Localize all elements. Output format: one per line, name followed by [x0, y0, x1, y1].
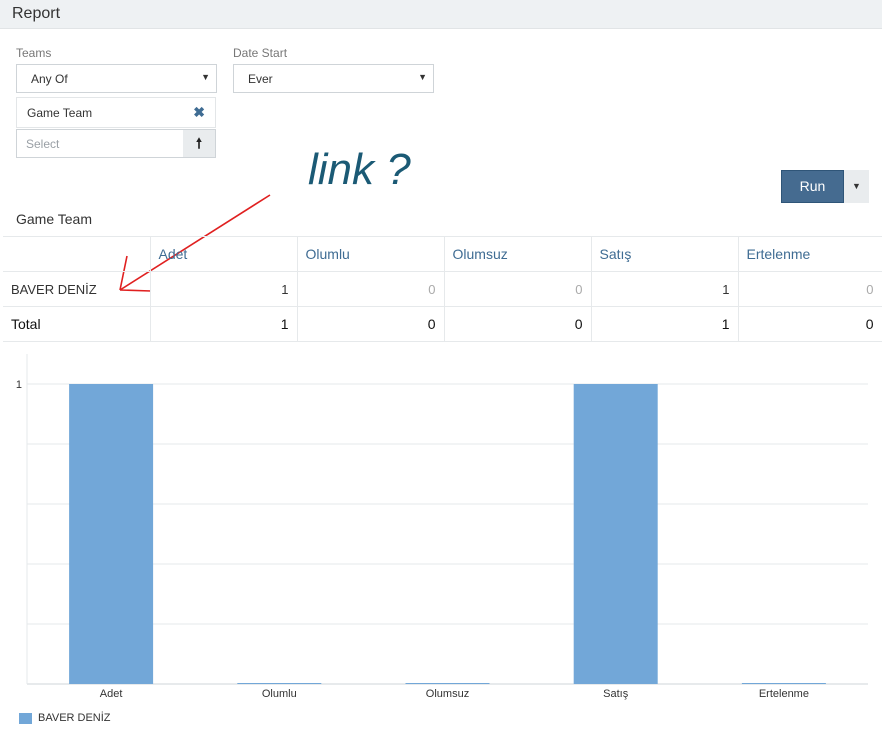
column-header-olumlu[interactable]: Olumlu: [297, 236, 445, 272]
table-total-row: Total 1 0 0 1 0: [3, 306, 882, 342]
bar: [237, 683, 322, 684]
bar: [741, 683, 826, 684]
x-tick-label: Olumlu: [262, 688, 297, 700]
table-header-row: Adet Olumlu Olumsuz Satış Ertelenme: [3, 236, 882, 272]
bar: [573, 384, 658, 684]
section-title: Game Team: [16, 211, 92, 227]
column-header-olumsuz[interactable]: Olumsuz: [444, 236, 592, 272]
run-button-group: Run ▼: [781, 170, 869, 203]
x-tick-label: Satış: [603, 688, 629, 700]
bar-chart: 1 Adet Olumlu Olumsuz Satış Ertelenme: [16, 354, 868, 700]
bar: [405, 683, 490, 684]
y-tick-label: 1: [16, 379, 22, 391]
total-cell: 1: [150, 306, 298, 342]
column-header-ertelenme[interactable]: Ertelenme: [738, 236, 882, 272]
x-tick-label: Olumsuz: [426, 688, 469, 700]
total-cell: 0: [297, 306, 445, 342]
row-name: BAVER DENİZ: [3, 271, 151, 307]
bar: [69, 384, 154, 684]
total-cell: 1: [591, 306, 739, 342]
column-header-name: [3, 236, 151, 272]
legend-swatch: [19, 713, 32, 724]
table-cell: 0: [297, 271, 445, 307]
table-cell: 1: [591, 271, 739, 307]
x-tick-label: Adet: [100, 688, 123, 700]
total-cell: 0: [444, 306, 592, 342]
run-options-chevron-down-icon[interactable]: ▼: [844, 170, 869, 203]
total-label: Total: [3, 306, 151, 342]
table-cell: 0: [444, 271, 592, 307]
table-cell: 0: [738, 271, 882, 307]
column-header-adet[interactable]: Adet: [150, 236, 298, 272]
report-table: Adet Olumlu Olumsuz Satış Ertelenme BAVE…: [3, 236, 882, 342]
table-cell: 1: [150, 271, 298, 307]
legend-label[interactable]: BAVER DENİZ: [38, 712, 111, 724]
x-tick-label: Ertelenme: [759, 688, 809, 700]
column-header-satis[interactable]: Satış: [591, 236, 739, 272]
run-button[interactable]: Run: [781, 170, 844, 203]
table-row: BAVER DENİZ 1 0 0 1 0: [3, 271, 882, 307]
total-cell: 0: [738, 306, 882, 342]
